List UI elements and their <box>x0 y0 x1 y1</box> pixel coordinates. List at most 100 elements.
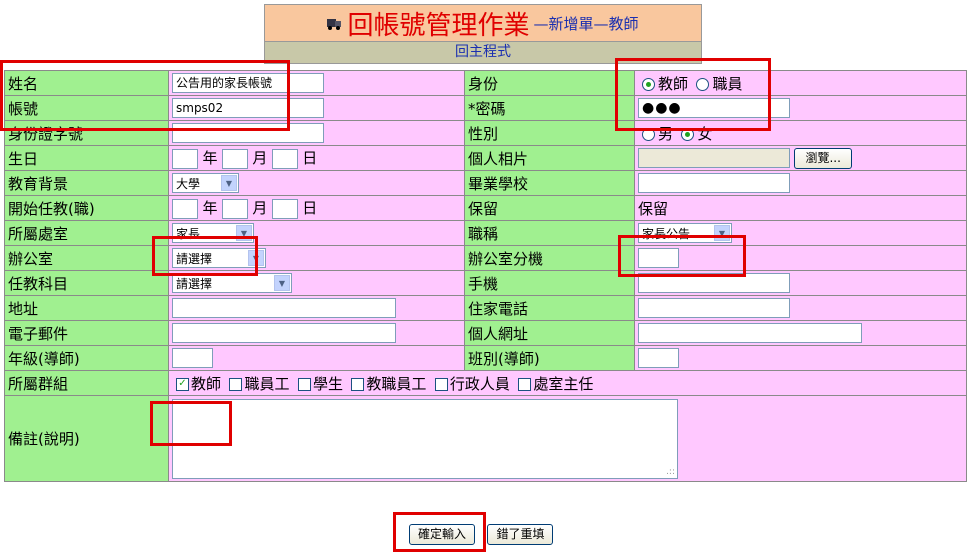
room-value: 請選擇 <box>176 251 213 266</box>
room-label: 辦公室 <box>4 245 169 271</box>
reserved-label: 保留 <box>464 195 635 221</box>
identity-staff-label: 職員 <box>712 74 743 93</box>
table-row: 姓名 公告用的家長帳號 身份 教師 職員 <box>4 70 967 96</box>
address-input[interactable] <box>172 298 396 318</box>
identity-teacher-radio[interactable] <box>642 78 655 91</box>
ext-cell <box>634 245 967 271</box>
note-textarea[interactable]: .:: <box>172 398 678 479</box>
identity-staff-radio[interactable] <box>696 78 710 91</box>
chevron-down-icon: ▼ <box>248 250 264 266</box>
birthday-day-input[interactable] <box>271 149 298 169</box>
group-director-label: 處室主任 <box>533 374 594 393</box>
group-faculty-checkbox[interactable] <box>351 378 365 391</box>
group-admin-checkbox[interactable] <box>434 378 448 391</box>
gender-cell: 男 女 <box>634 120 967 146</box>
table-row: 所屬群組 ✓ 教師 職員工 學生 教職員工 行政人員 處室主任 <box>4 370 967 396</box>
school-input[interactable] <box>638 173 790 193</box>
group-teacher-checkbox[interactable]: ✓ <box>176 378 189 391</box>
id-label: 身份證字號 <box>4 120 169 146</box>
email-input[interactable] <box>172 323 396 343</box>
account-label: 帳號 <box>4 95 169 121</box>
identity-label: 身份 <box>464 70 635 96</box>
education-select[interactable]: 大學 ▼ <box>172 173 239 193</box>
chevron-down-icon: ▼ <box>221 175 237 191</box>
ext-input[interactable] <box>638 248 679 268</box>
reset-button[interactable]: 錯了重填 <box>487 524 554 545</box>
name-input[interactable]: 公告用的家長帳號 <box>172 73 324 93</box>
grade-cell <box>168 345 465 371</box>
start-year-input[interactable] <box>172 199 198 219</box>
table-row: 辦公室 請選擇 ▼ 辦公室分機 <box>4 245 967 271</box>
group-faculty-label: 教職員工 <box>366 374 427 393</box>
email-cell <box>168 320 465 346</box>
group-director-checkbox[interactable] <box>518 378 532 391</box>
table-row: 身份證字號 性別 男 女 <box>4 120 967 146</box>
subject-select[interactable]: 請選擇 ▼ <box>172 273 292 293</box>
school-label: 畢業學校 <box>464 170 635 196</box>
month-label: 月 <box>252 199 268 217</box>
class-cell <box>634 345 967 371</box>
password-cell: ●●● <box>634 95 967 121</box>
table-row: 任教科目 請選擇 ▼ 手機 <box>4 270 967 296</box>
back-to-main-link[interactable]: 回主程式 <box>455 44 511 60</box>
home-phone-cell <box>634 295 967 321</box>
office-cell: 家長 ▼ <box>168 220 465 246</box>
password-input[interactable]: ●●● <box>638 98 790 118</box>
group-student-label: 學生 <box>312 374 343 393</box>
ext-label: 辦公室分機 <box>464 245 635 271</box>
table-row: 教育背景 大學 ▼ 畢業學校 <box>4 170 967 196</box>
table-row: 開始任教(職) 年 月 日 保留 保留 <box>4 195 967 221</box>
identity-teacher-label: 教師 <box>658 74 689 93</box>
office-value: 家長 <box>176 226 201 241</box>
group-cell: ✓ 教師 職員工 學生 教職員工 行政人員 處室主任 <box>168 370 967 396</box>
group-student-checkbox[interactable] <box>297 378 311 391</box>
day-label: 日 <box>302 149 318 167</box>
home-phone-input[interactable] <box>638 298 790 318</box>
year-label: 年 <box>202 199 218 217</box>
photo-cell: 瀏覽... <box>634 145 967 171</box>
subject-label: 任教科目 <box>4 270 169 296</box>
photo-file-input[interactable] <box>638 147 790 168</box>
website-input[interactable] <box>638 323 862 343</box>
class-input[interactable] <box>638 348 679 368</box>
table-row: 所屬處室 家長 ▼ 職稱 家長公告 ▼ <box>4 220 967 246</box>
account-input[interactable]: smps02 <box>172 98 324 118</box>
password-label: *密碼 <box>464 95 635 121</box>
month-label: 月 <box>252 149 268 167</box>
gender-male-radio[interactable] <box>642 128 655 141</box>
table-row: 帳號 smps02 *密碼 ●●● <box>4 95 967 121</box>
group-staff-checkbox[interactable] <box>229 378 243 391</box>
note-label: 備註(說明) <box>4 395 169 482</box>
home-phone-label: 住家電話 <box>464 295 635 321</box>
group-admin-label: 行政人員 <box>449 374 510 393</box>
birthday-year-input[interactable] <box>172 149 198 169</box>
day-label: 日 <box>302 199 318 217</box>
title-label: 職稱 <box>464 220 635 246</box>
chevron-down-icon: ▼ <box>274 275 290 291</box>
office-select[interactable]: 家長 ▼ <box>172 223 254 243</box>
gender-female-radio[interactable] <box>681 128 695 141</box>
id-cell <box>168 120 465 146</box>
website-label: 個人網址 <box>464 320 635 346</box>
subject-cell: 請選擇 ▼ <box>168 270 465 296</box>
title-select[interactable]: 家長公告 ▼ <box>638 223 732 243</box>
start-label: 開始任教(職) <box>4 195 169 221</box>
mobile-label: 手機 <box>464 270 635 296</box>
grade-input[interactable] <box>172 348 213 368</box>
mobile-input[interactable] <box>638 273 790 293</box>
submit-button[interactable]: 確定輸入 <box>409 524 476 545</box>
browse-button[interactable]: 瀏覽... <box>794 147 852 169</box>
start-month-input[interactable] <box>221 199 248 219</box>
school-cell <box>634 170 967 196</box>
address-label: 地址 <box>4 295 169 321</box>
start-day-input[interactable] <box>271 199 298 219</box>
education-value: 大學 <box>176 176 201 191</box>
room-select[interactable]: 請選擇 ▼ <box>172 248 266 268</box>
table-row: 年級(導師) 班別(導師) <box>4 345 967 371</box>
address-cell <box>168 295 465 321</box>
table-row: 電子郵件 個人網址 <box>4 320 967 346</box>
birthday-month-input[interactable] <box>221 149 248 169</box>
id-input[interactable] <box>172 123 324 143</box>
page-title: 回帳號管理作業 <box>347 10 530 41</box>
group-staff-label: 職員工 <box>244 374 290 393</box>
